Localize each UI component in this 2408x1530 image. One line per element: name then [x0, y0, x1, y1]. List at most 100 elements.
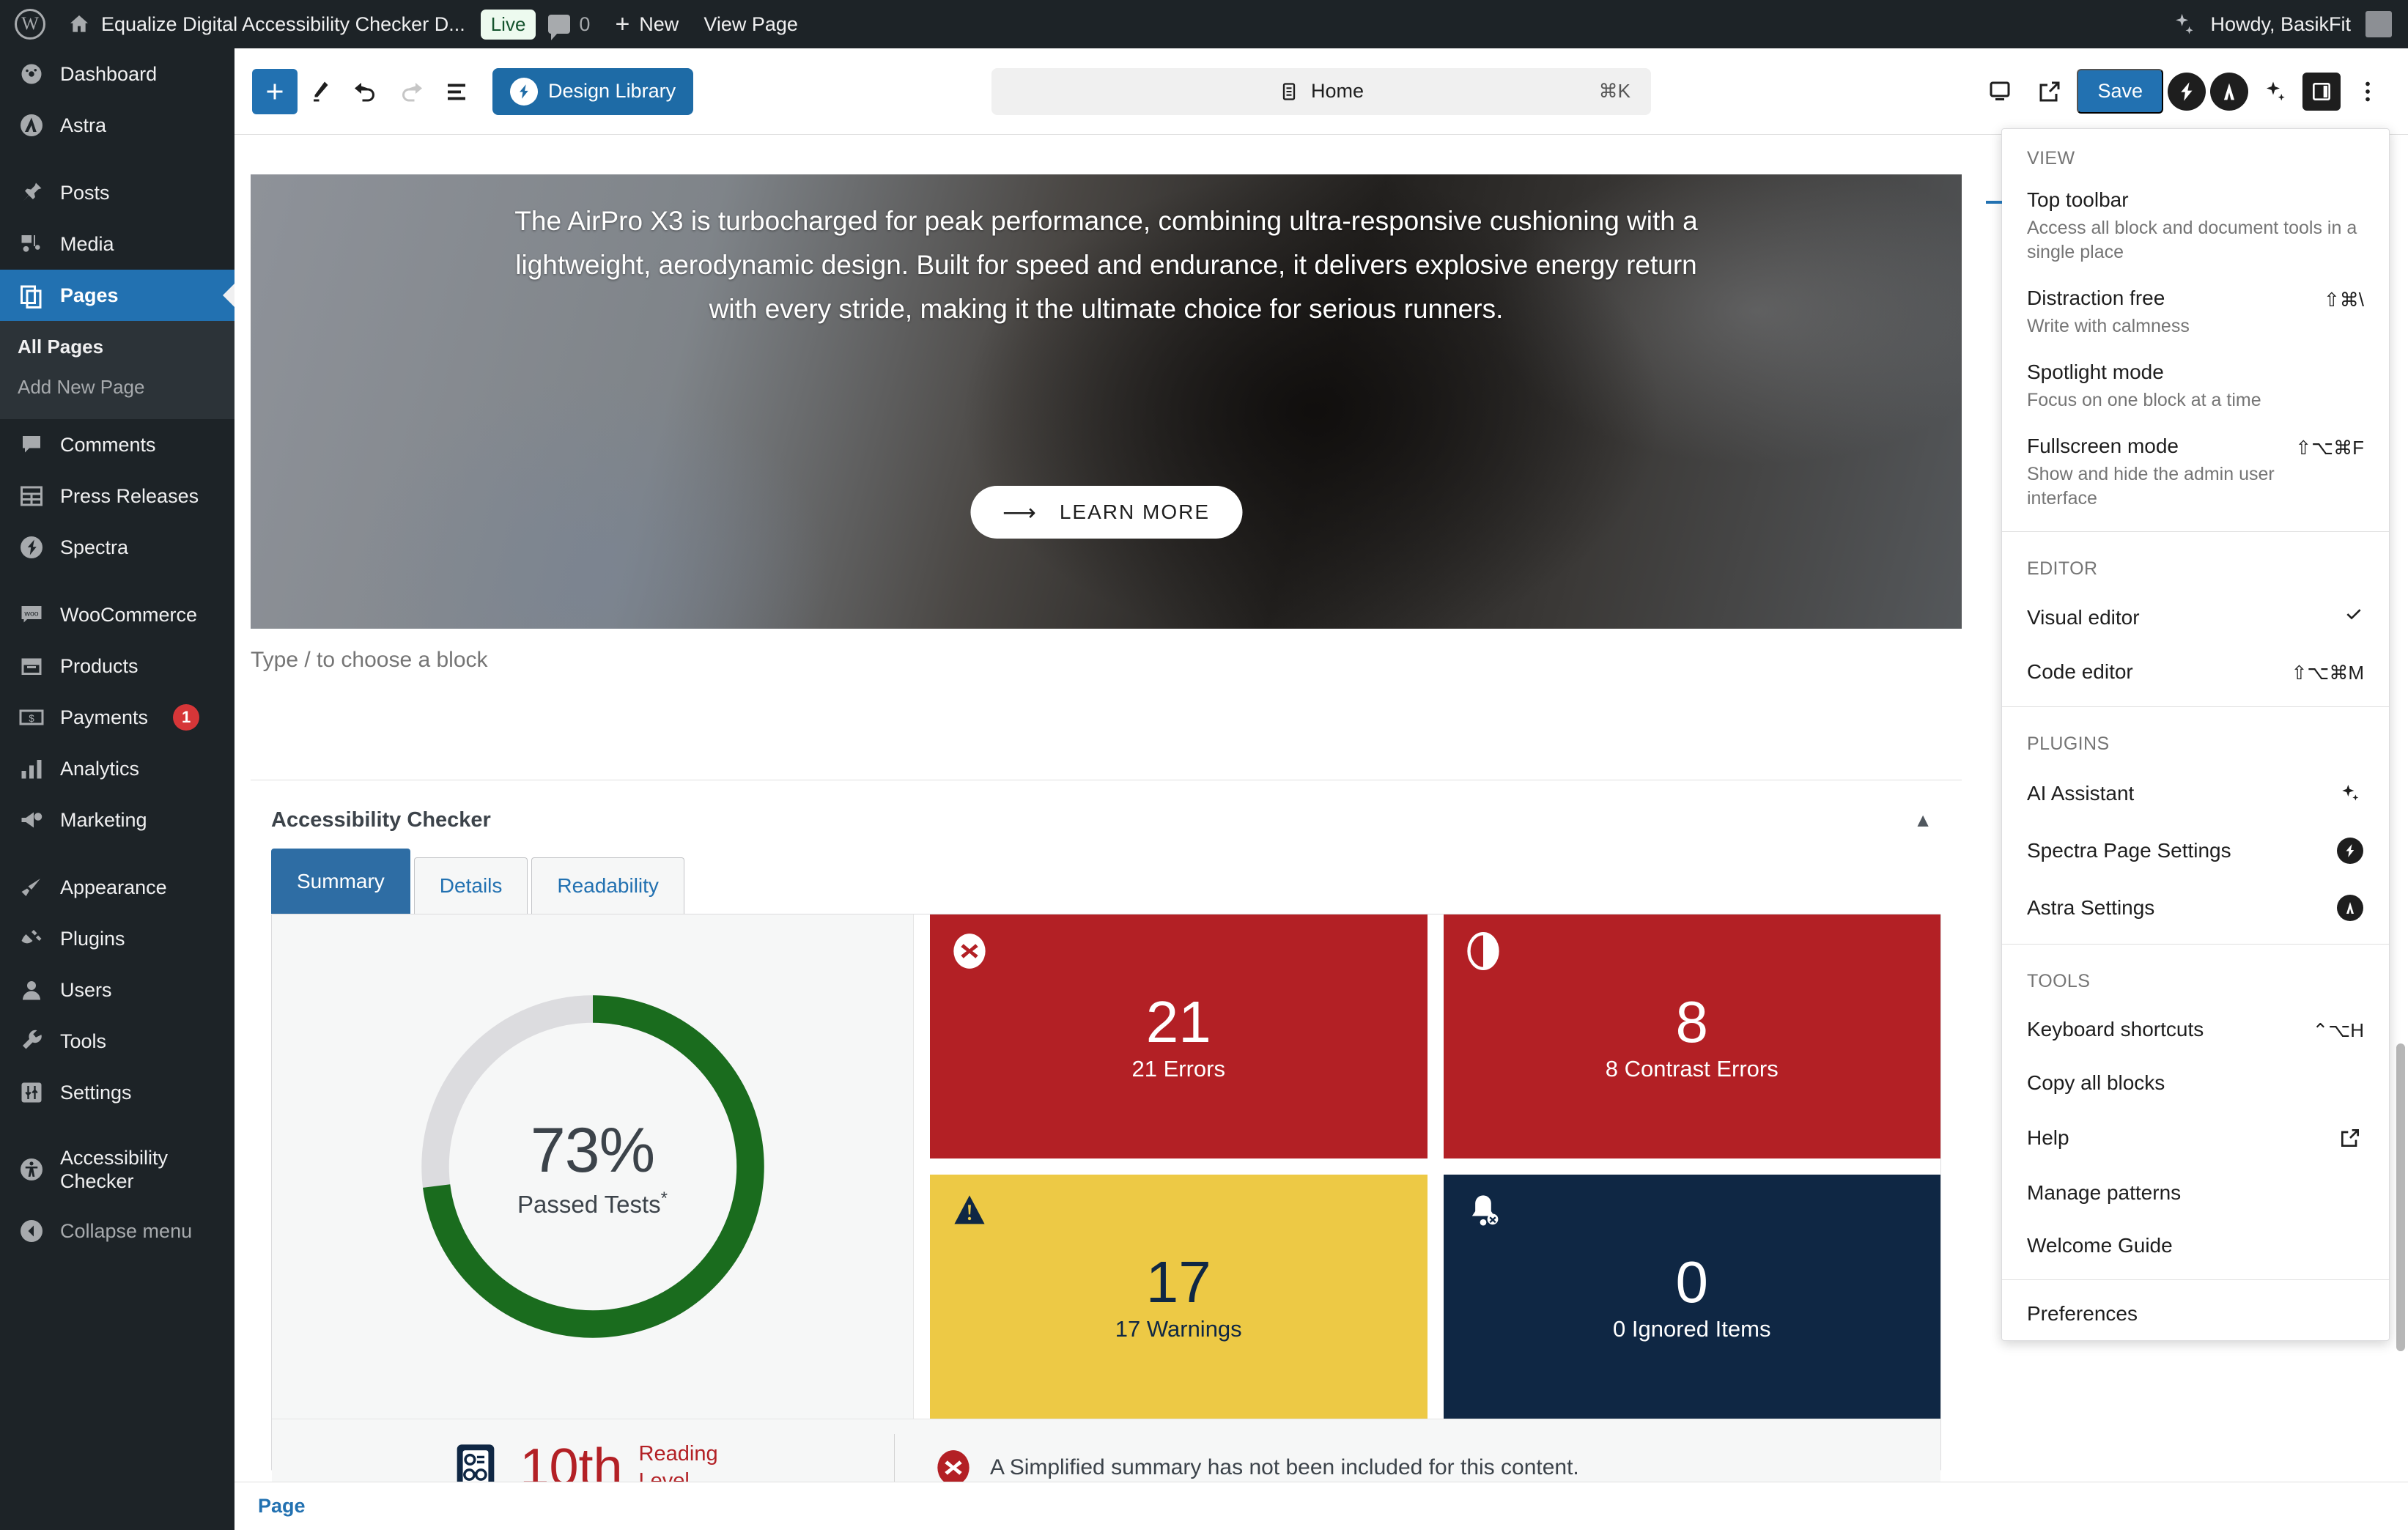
menu-item-distraction-free[interactable]: Distraction free Write with calmness ⇧⌘\	[2002, 278, 2389, 352]
menu-item-ai-assistant[interactable]: AI Assistant	[2002, 765, 2389, 822]
menu-divider	[2002, 944, 2389, 945]
sidebar-item-payments[interactable]: $ Payments 1	[0, 692, 234, 743]
howdy-label[interactable]: Howdy, BasikFit	[2210, 13, 2351, 36]
design-library-label: Design Library	[548, 80, 676, 102]
sidebar-item-products[interactable]: Products	[0, 640, 234, 692]
sidebar-item-analytics[interactable]: Analytics	[0, 743, 234, 794]
sidebar-item-accessibility-checker[interactable]: Accessibility Checker	[0, 1134, 234, 1205]
block-placeholder[interactable]: Type / to choose a block	[251, 648, 1962, 673]
ai-assistant-button[interactable]	[2253, 69, 2298, 114]
sidebar-item-label: Comments	[60, 433, 156, 456]
menu-item-help[interactable]: Help	[2002, 1109, 2389, 1167]
submenu-item-add-new-page[interactable]: Add New Page	[0, 367, 234, 407]
preview-device-button[interactable]	[1977, 69, 2023, 114]
live-badge: Live	[480, 9, 536, 40]
contrast-errors-card[interactable]: 8 8 Contrast Errors	[1443, 914, 1940, 1158]
ignored-items-label: 0 Ignored Items	[1613, 1315, 1771, 1342]
collapse-menu-button[interactable]: Collapse menu	[0, 1205, 234, 1257]
comments-bubble[interactable]: 0	[536, 0, 602, 48]
sidebar-item-label: Astra	[60, 114, 107, 136]
spectra-icon	[510, 77, 538, 106]
sidebar-item-label: Accessibility Checker	[60, 1147, 169, 1193]
new-content-menu[interactable]: + New	[602, 0, 691, 48]
ignored-items-card[interactable]: 0 0 Ignored Items	[1443, 1175, 1940, 1419]
payments-icon: $	[18, 703, 45, 731]
svg-text:$: $	[29, 713, 34, 724]
site-name-menu[interactable]: Equalize Digital Accessibility Checker D…	[54, 0, 478, 48]
submenu-item-all-pages[interactable]: All Pages	[0, 327, 234, 367]
sidebar-item-spectra[interactable]: Spectra	[0, 522, 234, 573]
menu-item-title: Keyboard shortcuts	[2027, 1018, 2204, 1041]
menu-item-spectra-page-settings[interactable]: Spectra Page Settings	[2002, 822, 2389, 879]
sidebar-item-media[interactable]: Media	[0, 218, 234, 270]
sidebar-item-tools[interactable]: Tools	[0, 1016, 234, 1067]
warnings-card[interactable]: 17 17 Warnings	[930, 1175, 1428, 1419]
astra-settings-icon[interactable]	[2210, 72, 2248, 111]
sidebar-item-label: WooCommerce	[60, 603, 198, 626]
more-options-button[interactable]	[2345, 69, 2390, 114]
admin-bar: W Equalize Digital Accessibility Checker…	[0, 0, 2408, 48]
hero-block[interactable]: The AirPro X3 is turbocharged for peak p…	[251, 174, 1962, 629]
menu-item-copy-all-blocks[interactable]: Copy all blocks	[2002, 1057, 2389, 1109]
menu-item-title: Welcome Guide	[2027, 1234, 2173, 1257]
tab-summary[interactable]: Summary	[271, 849, 410, 914]
section-label-view: VIEW	[2027, 148, 2075, 169]
sidebar-item-dashboard[interactable]: Dashboard	[0, 48, 234, 100]
menu-item-code-editor[interactable]: Code editor ⇧⌥⌘M	[2002, 645, 2389, 699]
sidebar-item-users[interactable]: Users	[0, 964, 234, 1016]
menu-item-spotlight-mode[interactable]: Spotlight mode Focus on one block at a t…	[2002, 352, 2389, 426]
sidebar-item-appearance[interactable]: Appearance	[0, 862, 234, 913]
spectra-settings-icon[interactable]	[2168, 72, 2206, 111]
sidebar-item-astra[interactable]: Astra	[0, 100, 234, 151]
sidebar-item-label: Press Releases	[60, 484, 199, 507]
sidebar-item-posts[interactable]: Posts	[0, 167, 234, 218]
sidebar-item-comments[interactable]: Comments	[0, 419, 234, 470]
woo-icon: woo	[18, 601, 45, 629]
sidebar-item-settings[interactable]: Settings	[0, 1067, 234, 1118]
sidebar-item-woocommerce[interactable]: woo WooCommerce	[0, 589, 234, 640]
document-type-label[interactable]: Page	[234, 1482, 2408, 1530]
astra-icon	[18, 111, 45, 139]
menu-item-title: Spotlight mode	[2027, 361, 2164, 383]
undo-button[interactable]	[343, 69, 388, 114]
sidebar-item-label: Users	[60, 978, 112, 1001]
menu-item-keyboard-shortcuts[interactable]: Keyboard shortcuts ⌃⌥H	[2002, 1002, 2389, 1057]
avatar[interactable]	[2365, 11, 2392, 37]
edit-tool-button[interactable]	[298, 69, 343, 114]
menu-item-welcome-guide[interactable]: Welcome Guide	[2002, 1219, 2389, 1272]
menu-item-preferences[interactable]: Preferences	[2002, 1287, 2389, 1340]
sidebar-item-pages[interactable]: Pages	[0, 270, 234, 321]
document-bar[interactable]: Home ⌘K	[991, 67, 1651, 115]
settings-sidebar-toggle[interactable]	[2302, 72, 2341, 111]
menu-item-visual-editor[interactable]: Visual editor	[2002, 590, 2389, 645]
sidebar-item-marketing[interactable]: Marketing	[0, 794, 234, 846]
learn-more-button[interactable]: ⟶ LEARN MORE	[970, 486, 1243, 539]
menu-item-top-toolbar[interactable]: Top toolbar Access all block and documen…	[2002, 180, 2389, 278]
design-library-button[interactable]: Design Library	[492, 67, 694, 115]
redo-button[interactable]	[388, 69, 434, 114]
sidebar-item-label: Pages	[60, 284, 119, 306]
wordpress-logo-menu[interactable]: W	[0, 0, 54, 48]
sidebar-item-plugins[interactable]: Plugins	[0, 913, 234, 964]
add-block-button[interactable]	[252, 68, 298, 114]
menu-item-astra-settings[interactable]: Astra Settings	[2002, 879, 2389, 936]
sparkle-icon[interactable]	[2171, 12, 2195, 37]
save-button[interactable]: Save	[2077, 69, 2163, 114]
tab-readability[interactable]: Readability	[531, 857, 684, 914]
menu-item-title: Visual editor	[2027, 605, 2140, 629]
menu-item-manage-patterns[interactable]: Manage patterns	[2002, 1167, 2389, 1219]
menu-item-title: Top toolbar	[2027, 188, 2129, 211]
view-page-link[interactable]: View Page	[691, 0, 810, 48]
canvas-scrollbar[interactable]	[2396, 1043, 2405, 1351]
errors-card[interactable]: 21 21 Errors	[930, 914, 1428, 1158]
view-external-button[interactable]	[2027, 69, 2072, 114]
menu-item-shortcut: ⇧⌥⌘F	[2295, 437, 2364, 459]
sidebar-item-label: Posts	[60, 181, 110, 204]
menu-item-title: AI Assistant	[2027, 782, 2135, 805]
menu-item-fullscreen-mode[interactable]: Fullscreen mode Show and hide the admin …	[2002, 426, 2389, 524]
sidebar-item-press-releases[interactable]: Press Releases	[0, 470, 234, 522]
collapse-panel-icon[interactable]: ▲	[1913, 809, 1932, 832]
document-overview-button[interactable]	[434, 69, 479, 114]
tab-details[interactable]: Details	[413, 857, 528, 914]
error-circle-x-icon	[953, 934, 986, 969]
